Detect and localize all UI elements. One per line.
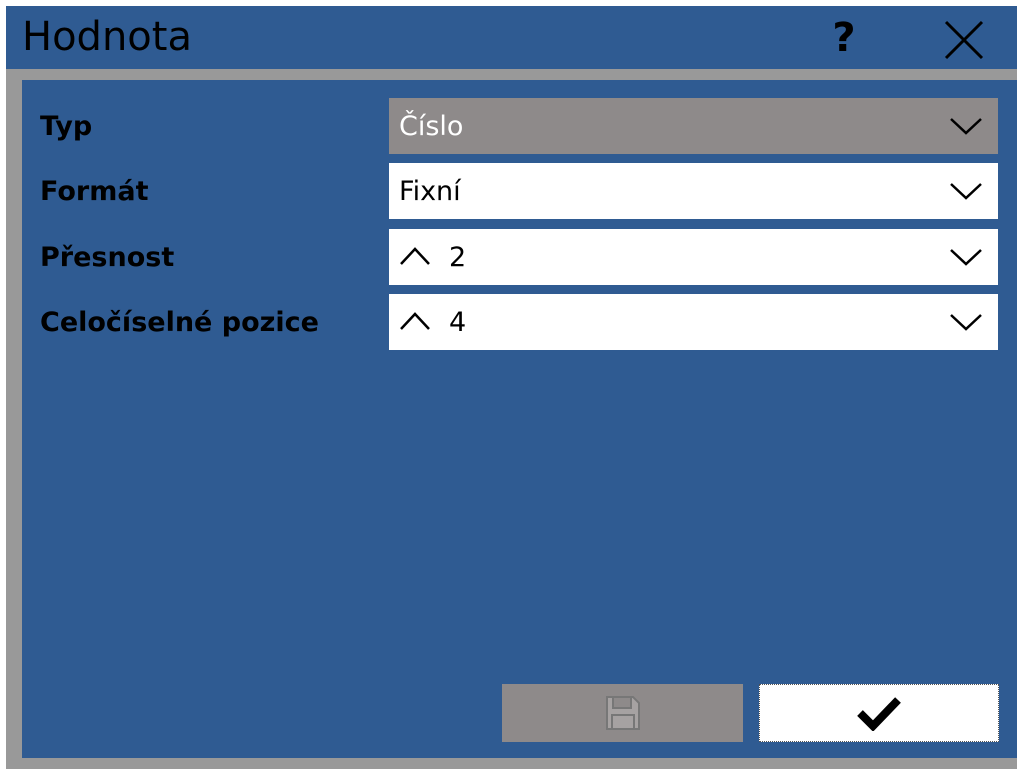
format-value: Fixní <box>399 176 461 207</box>
chevron-up-icon[interactable] <box>399 310 431 332</box>
type-value: Číslo <box>399 111 464 142</box>
integer-positions-label: Celočíselné pozice <box>40 307 319 338</box>
title-bar: Hodnota ? <box>6 6 1017 69</box>
precision-label: Přesnost <box>40 242 175 273</box>
integer-positions-value: 4 <box>449 307 467 338</box>
confirm-button[interactable] <box>759 684 999 742</box>
close-icon <box>944 20 984 60</box>
format-label: Formát <box>40 176 149 207</box>
precision-row: Přesnost 2 <box>22 229 1017 285</box>
save-button[interactable] <box>502 684 743 742</box>
type-select[interactable]: Číslo <box>389 98 998 154</box>
format-select[interactable]: Fixní <box>389 163 998 219</box>
chevron-down-icon <box>950 118 982 135</box>
precision-stepper[interactable]: 2 <box>389 229 998 285</box>
floppy-disk-icon <box>605 696 640 730</box>
dialog-title: Hodnota <box>22 14 192 60</box>
chevron-down-icon <box>950 183 982 200</box>
checkmark-icon <box>857 697 901 731</box>
chevron-up-icon[interactable] <box>399 245 431 267</box>
help-button[interactable]: ? <box>814 10 874 66</box>
value-dialog: Hodnota ? Typ Číslo Formát Fixní Přesnos… <box>0 0 1017 769</box>
type-label: Typ <box>40 111 93 142</box>
dialog-content: Typ Číslo Formát Fixní Přesnost 2 Celočí… <box>22 80 1017 758</box>
integer-positions-row: Celočíselné pozice 4 <box>22 294 1017 350</box>
precision-value: 2 <box>449 242 467 273</box>
chevron-down-icon[interactable] <box>949 247 983 267</box>
close-button[interactable] <box>934 12 994 68</box>
type-row: Typ Číslo <box>22 98 1017 154</box>
chevron-down-icon[interactable] <box>949 312 983 332</box>
format-row: Formát Fixní <box>22 163 1017 219</box>
question-mark-icon: ? <box>832 15 856 61</box>
integer-positions-stepper[interactable]: 4 <box>389 294 998 350</box>
